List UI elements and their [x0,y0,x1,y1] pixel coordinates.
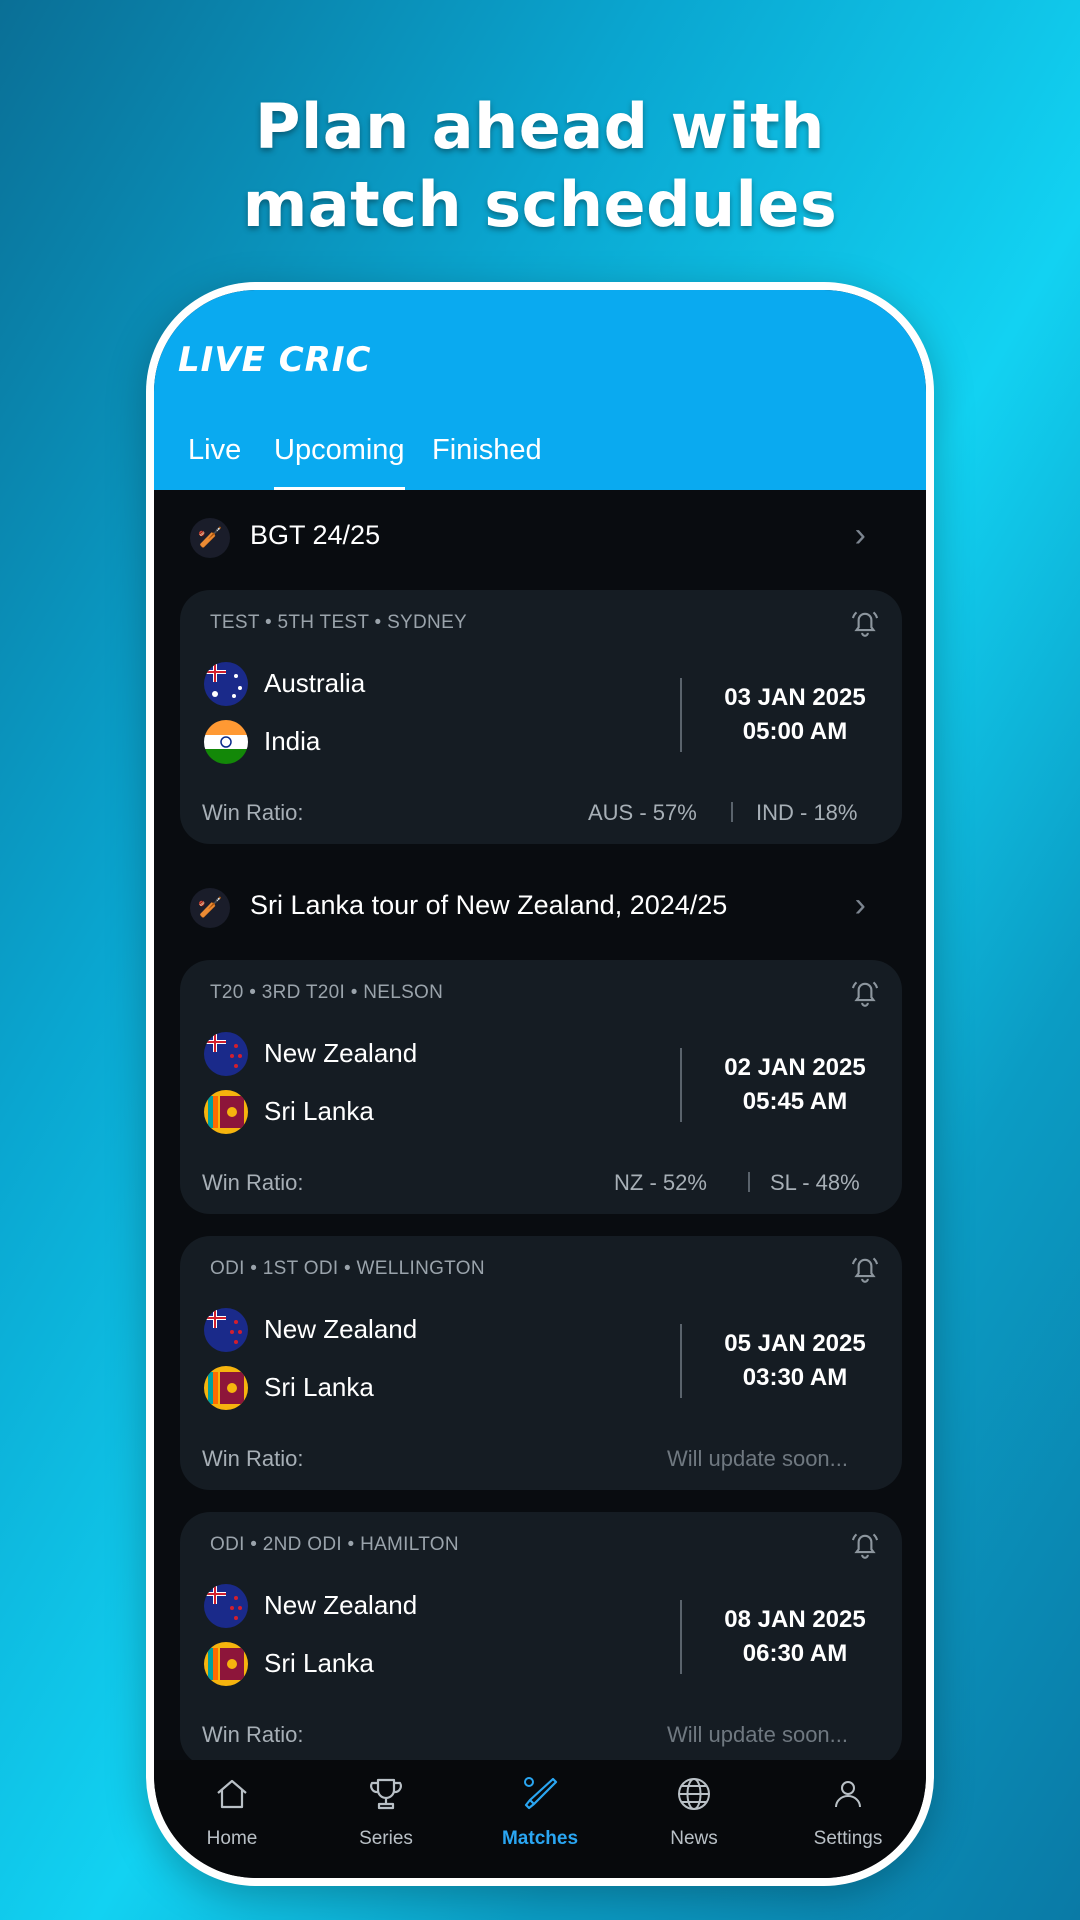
win-ratio-label: Win Ratio: [202,1446,304,1471]
bell-icon[interactable] [848,1252,882,1286]
team-name: Sri Lanka [264,1372,374,1402]
bottom-nav: Home Series Matches News Settings [154,1760,926,1878]
app-header: LIVE CRIC Live Upcoming Finished [154,290,926,491]
match-time: 05:45 AM [742,1088,848,1115]
win-ratio-label: Win Ratio: [202,1170,304,1195]
divider [680,1048,682,1122]
nav-series[interactable]: Series [316,1760,456,1878]
series-header-sl-nz[interactable]: 🏏 Sri Lanka tour of New Zealand, 2024/25… [154,868,926,948]
divider [731,802,733,822]
win-ratio-team1: NZ - 52% [614,1170,707,1195]
win-ratio-status: Will update soon... [667,1722,848,1747]
tab-live[interactable]: Live [188,430,241,490]
nav-news[interactable]: News [624,1760,764,1878]
win-ratio-status: Will update soon... [667,1446,848,1471]
matches-list: 🏏 BGT 24/25 › TEST • 5TH TEST • SYDNEY A… [154,490,926,1760]
app-logo: LIVE CRIC [178,340,372,380]
match-card[interactable]: ODI • 2ND ODI • HAMILTON New Zealand Sri… [180,1512,902,1760]
sri-lanka-flag-icon [204,1642,248,1686]
team-name: New Zealand [264,1590,418,1620]
sri-lanka-flag-icon [204,1090,248,1134]
series-title: BGT 24/25 [250,520,381,550]
bell-icon[interactable] [848,1528,882,1562]
win-ratio-label: Win Ratio: [202,800,304,825]
match-tabs: Live Upcoming Finished [154,430,926,491]
new-zealand-flag-icon [204,1308,248,1352]
nav-label: Home [206,1828,258,1849]
match-date: 08 JAN 2025 [724,1606,866,1633]
win-ratio-team2: SL - 48% [770,1170,860,1195]
cricket-series-icon: 🏏 [190,518,230,558]
divider [680,1600,682,1674]
match-meta: ODI • 1ST ODI • WELLINGTON [210,1258,485,1279]
india-flag-icon [204,720,248,764]
trophy-icon [370,1778,402,1810]
win-ratio-team2: IND - 18% [756,800,858,825]
team-name: Sri Lanka [264,1096,374,1126]
nav-label: News [670,1828,718,1849]
promo-headline-line1: Plan ahead with [255,90,825,163]
match-date: 05 JAN 2025 [724,1330,866,1357]
nav-settings[interactable]: Settings [778,1760,918,1878]
team-name: India [264,726,321,756]
phone-screen: LIVE CRIC Live Upcoming Finished 🏏 BGT 2… [154,290,926,1878]
nav-home[interactable]: Home [162,1760,302,1878]
bell-icon[interactable] [848,976,882,1010]
match-meta: ODI • 2ND ODI • HAMILTON [210,1534,459,1555]
win-ratio-team1: AUS - 57% [588,800,697,825]
sri-lanka-flag-icon [204,1366,248,1410]
tab-upcoming[interactable]: Upcoming [274,430,405,491]
match-meta: TEST • 5TH TEST • SYDNEY [210,612,468,633]
australia-flag-icon [204,662,248,706]
globe-icon [678,1778,710,1810]
cricket-bat-icon [524,1777,558,1810]
chevron-right-icon: › [854,516,866,554]
divider [680,1324,682,1398]
match-meta: T20 • 3RD T20I • NELSON [210,982,444,1003]
match-date: 02 JAN 2025 [724,1054,866,1081]
divider [748,1172,750,1192]
bell-icon[interactable] [848,606,882,640]
new-zealand-flag-icon [204,1584,248,1628]
nav-matches[interactable]: Matches [470,1760,610,1878]
nav-label: Series [359,1828,413,1849]
nav-label: Settings [813,1828,883,1849]
chevron-right-icon: › [854,886,866,924]
team-name: Sri Lanka [264,1648,374,1678]
team-name: New Zealand [264,1038,418,1068]
match-time: 03:30 AM [742,1364,848,1391]
series-title: Sri Lanka tour of New Zealand, 2024/25 [250,890,728,920]
team-name: New Zealand [264,1314,418,1344]
match-time: 05:00 AM [742,718,848,745]
match-time: 06:30 AM [742,1640,848,1667]
tab-finished[interactable]: Finished [432,430,542,490]
match-card[interactable]: T20 • 3RD T20I • NELSON New Zealand Sri … [180,960,902,1214]
promo-headline: Plan ahead with match schedules [0,88,1080,244]
match-card[interactable]: TEST • 5TH TEST • SYDNEY Australia India… [180,590,902,844]
team-name: Australia [264,668,366,698]
phone-frame: LIVE CRIC Live Upcoming Finished 🏏 BGT 2… [146,282,934,1886]
cricket-series-icon: 🏏 [190,888,230,928]
match-date: 03 JAN 2025 [724,684,866,711]
user-icon [835,1781,861,1808]
nav-label: Matches [501,1828,579,1849]
series-header-bgt[interactable]: 🏏 BGT 24/25 › [154,498,926,578]
promo-headline-line2: match schedules [242,168,838,241]
new-zealand-flag-icon [204,1032,248,1076]
divider [680,678,682,752]
win-ratio-label: Win Ratio: [202,1722,304,1747]
match-card[interactable]: ODI • 1ST ODI • WELLINGTON New Zealand S… [180,1236,902,1490]
home-icon [217,1779,247,1809]
